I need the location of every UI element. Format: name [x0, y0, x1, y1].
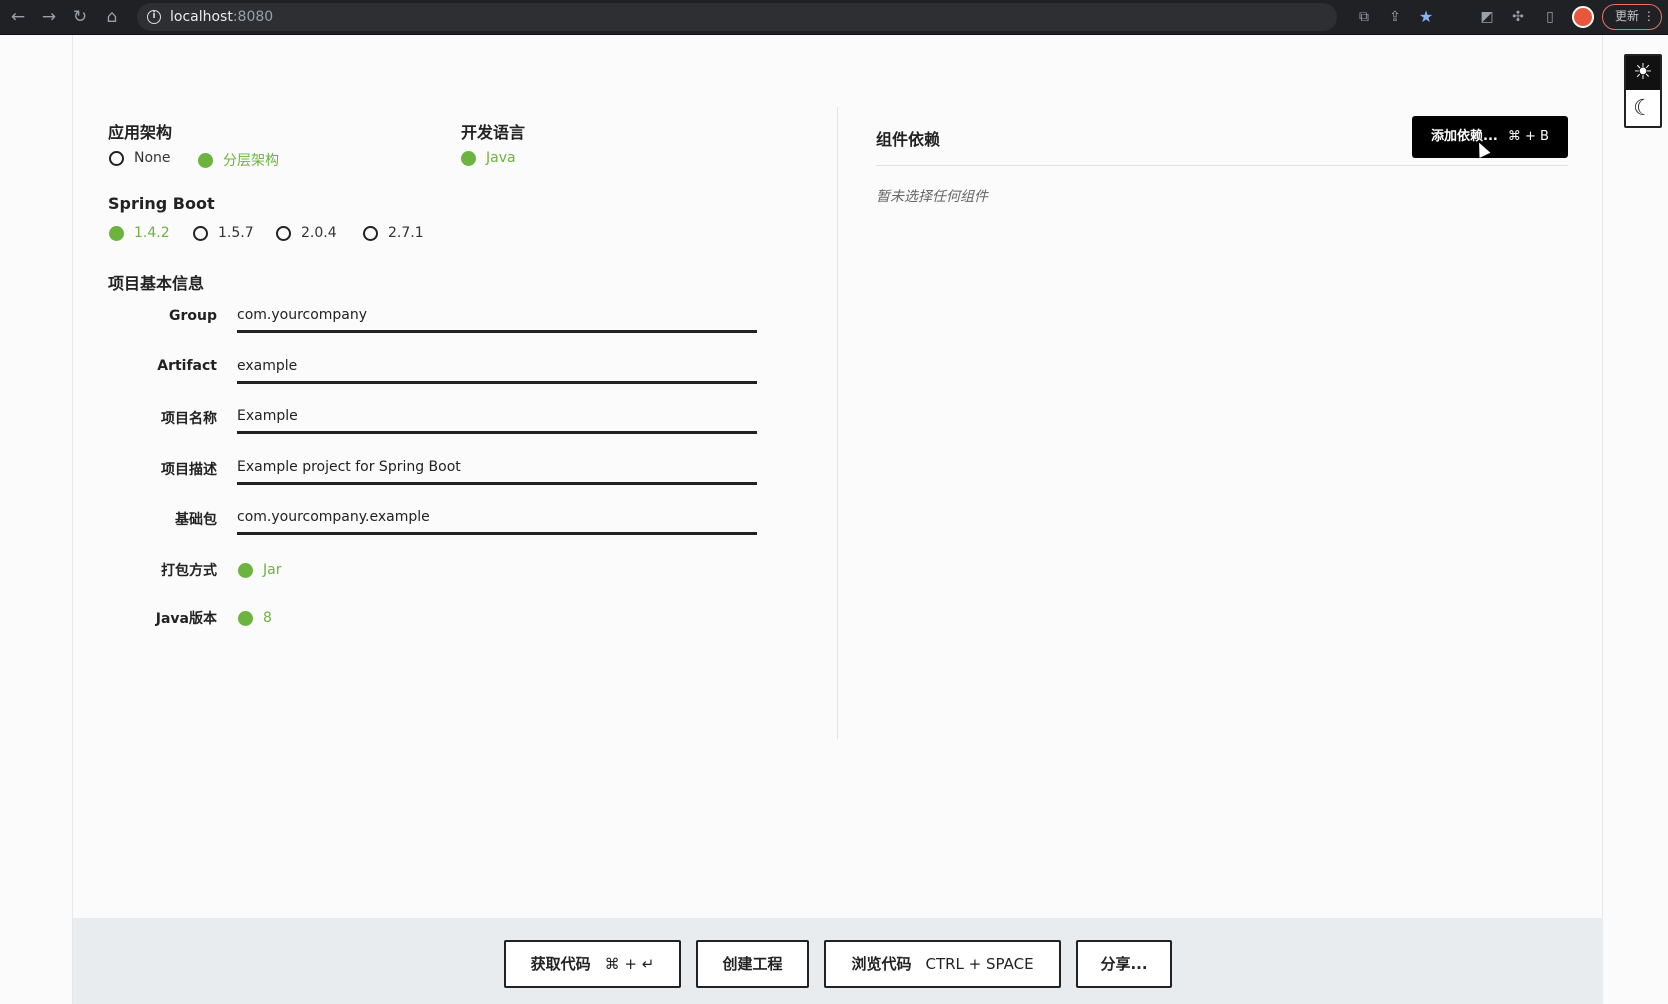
- browse-code-shortcut: CTRL + SPACE: [925, 955, 1034, 973]
- architecture-option-none[interactable]: None: [109, 150, 171, 166]
- dependencies-divider: [876, 165, 1568, 166]
- group-label: Group: [168, 308, 217, 324]
- back-icon[interactable]: ←: [6, 6, 30, 28]
- browse-code-button[interactable]: 浏览代码 CTRL + SPACE: [824, 940, 1061, 988]
- artifact-label: Artifact: [157, 358, 217, 374]
- sun-icon[interactable]: ☀: [1626, 56, 1660, 90]
- project-name-label: 项目名称: [161, 411, 217, 427]
- java-version-option-8[interactable]: 8: [238, 610, 272, 626]
- artifact-input[interactable]: [237, 350, 757, 384]
- spring-boot-option-2-7-1[interactable]: 2.7.1: [363, 225, 424, 241]
- address-bar[interactable]: i localhost:8080: [137, 3, 1337, 31]
- forward-icon[interactable]: →: [37, 6, 61, 28]
- base-package-input[interactable]: [237, 501, 757, 535]
- url-text: localhost:8080: [170, 9, 274, 25]
- spring-boot-option-2-0-4[interactable]: 2.0.4: [276, 225, 337, 241]
- packaging-option-jar[interactable]: Jar: [238, 562, 281, 578]
- add-dependency-shortcut: ⌘ + B: [1507, 129, 1549, 144]
- puzzle-icon[interactable]: ✣: [1509, 8, 1527, 26]
- reload-icon[interactable]: ↻: [68, 6, 92, 28]
- theme-toggle[interactable]: ☀ ☾: [1624, 54, 1662, 128]
- language-label: 开发语言: [461, 123, 526, 142]
- spring-boot-option-1-4-2[interactable]: 1.4.2: [109, 225, 170, 241]
- get-code-button[interactable]: 获取代码 ⌘ + ↵: [504, 940, 681, 988]
- architecture-option-layered[interactable]: 分层架构: [198, 150, 279, 170]
- column-divider: [837, 107, 838, 739]
- project-name-input[interactable]: [237, 400, 757, 434]
- dependencies-empty-text: 暂未选择任何组件: [876, 189, 988, 205]
- bookmark-star-icon[interactable]: ★: [1417, 8, 1435, 26]
- radio-checked-icon: [461, 150, 476, 166]
- browser-toolbar: ← → ↻ ⌂ i localhost:8080 ⧉ ⇪ ★ ◩ ✣ ▯ 更新 …: [0, 0, 1668, 35]
- sidepanel-icon[interactable]: ▯: [1541, 8, 1559, 26]
- home-icon[interactable]: ⌂: [100, 6, 124, 28]
- create-project-button[interactable]: 创建工程: [696, 940, 809, 988]
- dependencies-title: 组件依赖: [876, 130, 941, 149]
- java-version-label: Java版本: [155, 611, 217, 627]
- spring-boot-label: Spring Boot: [108, 194, 215, 213]
- get-code-shortcut: ⌘ + ↵: [604, 955, 655, 973]
- footer-actions: 获取代码 ⌘ + ↵ 创建工程 浏览代码 CTRL + SPACE 分享...: [73, 918, 1603, 1004]
- share-button[interactable]: 分享...: [1076, 940, 1172, 988]
- radio-unchecked-icon: [109, 150, 124, 166]
- radio-unchecked-icon: [193, 225, 208, 241]
- moon-icon[interactable]: ☾: [1626, 92, 1660, 126]
- project-info-label: 项目基本信息: [108, 274, 205, 293]
- packaging-label: 打包方式: [161, 563, 217, 579]
- profile-avatar[interactable]: [1572, 6, 1594, 28]
- base-package-label: 基础包: [175, 512, 217, 528]
- radio-checked-icon: [198, 152, 213, 168]
- radio-checked-icon: [238, 562, 253, 578]
- share-icon[interactable]: ⇪: [1386, 8, 1404, 26]
- language-option-java[interactable]: Java: [461, 150, 516, 166]
- translate-icon[interactable]: ⧉: [1355, 8, 1373, 26]
- update-button[interactable]: 更新 ⋮: [1602, 4, 1662, 30]
- extension-icon[interactable]: ◩: [1478, 8, 1496, 26]
- radio-checked-icon: [238, 610, 253, 626]
- spring-boot-option-1-5-7[interactable]: 1.5.7: [193, 225, 254, 241]
- site-info-icon[interactable]: i: [147, 10, 161, 24]
- group-input[interactable]: [237, 299, 757, 333]
- radio-checked-icon: [109, 225, 124, 241]
- project-description-label: 项目描述: [161, 462, 217, 478]
- architecture-label: 应用架构: [108, 123, 173, 142]
- radio-unchecked-icon: [276, 225, 291, 241]
- project-description-input[interactable]: [237, 451, 757, 485]
- radio-unchecked-icon: [363, 225, 378, 241]
